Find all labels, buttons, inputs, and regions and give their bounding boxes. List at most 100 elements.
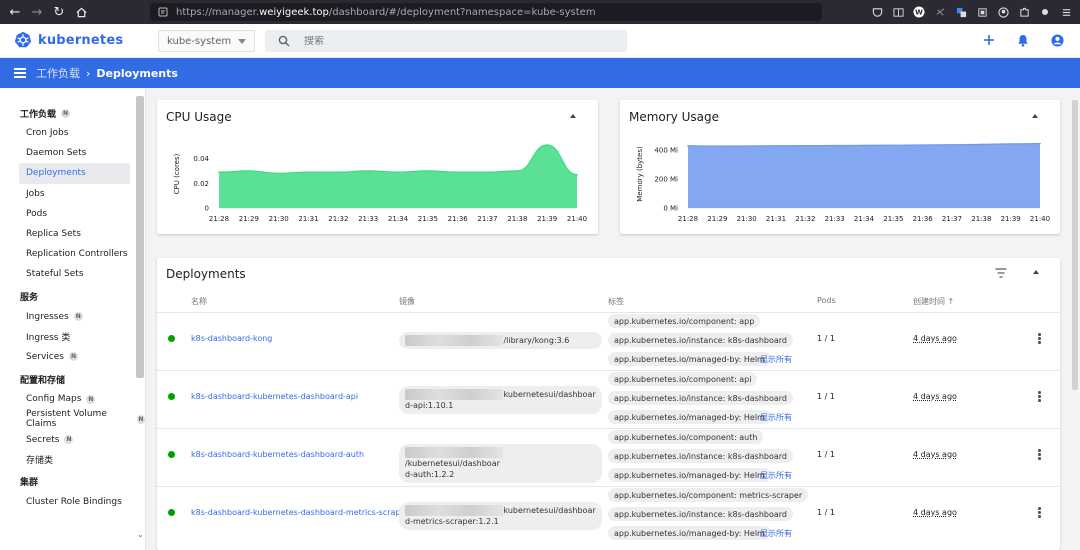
x-tick-label: 21:35 — [418, 215, 438, 223]
extensions-puzzle-icon[interactable] — [1016, 4, 1032, 20]
show-all-labels-link[interactable]: 显示所有 — [760, 470, 792, 481]
search-bar[interactable] — [265, 30, 627, 52]
sidebar-item-label: Secrets — [26, 434, 60, 445]
sidebar-item-label: Jobs — [26, 188, 45, 199]
notifications-bell-icon[interactable] — [1014, 31, 1032, 49]
status-running-icon — [168, 509, 175, 516]
pocket-icon[interactable] — [869, 4, 885, 20]
github-icon[interactable] — [995, 4, 1011, 20]
y-tick-label: 0 Mi — [663, 205, 678, 213]
row-actions-icon[interactable] — [1038, 507, 1041, 518]
svg-text:W: W — [915, 9, 923, 17]
sidebar-item-label: Replica Sets — [26, 229, 81, 240]
sidebar-item[interactable]: Cluster Role Bindings — [0, 492, 145, 512]
data-point — [248, 170, 250, 172]
reload-icon[interactable]: ↻ — [48, 1, 70, 23]
show-all-labels-link[interactable]: 显示所有 — [760, 354, 792, 365]
deployment-name-link[interactable]: k8s-dashboard-kubernetes-dashboard-metri… — [191, 508, 409, 517]
account-icon[interactable] — [1048, 31, 1066, 49]
extension-mute-icon[interactable] — [932, 4, 948, 20]
profile-dot-icon[interactable] — [1037, 4, 1053, 20]
back-icon[interactable]: ← — [4, 1, 26, 23]
y-axis-label: Memory (bytes) — [636, 146, 644, 202]
row-actions-icon[interactable] — [1038, 391, 1041, 402]
data-point — [456, 171, 459, 173]
create-plus-icon[interactable] — [980, 31, 998, 49]
label-chip: app.kubernetes.io/instance: k8s-dashboar… — [608, 507, 794, 521]
show-all-labels-link[interactable]: 显示所有 — [760, 412, 792, 423]
label-chip: app.kubernetes.io/managed-by: Helm — [608, 352, 771, 366]
redacted-registry: ████████████████ — [405, 505, 504, 516]
x-tick-label: 21:36 — [913, 215, 934, 223]
sidebar-item-label: Ingress 类 — [26, 333, 71, 344]
x-tick-label: 21:40 — [1030, 215, 1050, 223]
x-tick-label: 21:33 — [358, 215, 378, 223]
sidebar-scroll-down-icon[interactable]: ⌄ — [137, 530, 144, 539]
label-chip: app.kubernetes.io/instance: k8s-dashboar… — [608, 333, 794, 347]
sort-arrow-icon[interactable]: ↑ — [948, 297, 955, 306]
created-time: 4 days ago — [913, 334, 957, 343]
deployment-name-link[interactable]: k8s-dashboard-kong — [191, 334, 272, 343]
image-name: /library/kong:3.6 — [503, 336, 570, 345]
sidebar-item[interactable]: Pods — [0, 204, 145, 224]
sidebar-item[interactable]: 存储类 — [0, 450, 145, 470]
menu-toggle-icon[interactable] — [14, 68, 26, 78]
x-tick-label: 21:31 — [298, 215, 318, 223]
deployments-collapse-icon[interactable] — [1033, 270, 1039, 274]
deployment-name-link[interactable]: k8s-dashboard-kubernetes-dashboard-auth — [191, 450, 364, 459]
show-all-labels-link[interactable]: 显示所有 — [760, 528, 792, 539]
breadcrumb-parent[interactable]: 工作负载 — [36, 65, 80, 81]
header-created[interactable]: 创建时间 ↑ — [913, 296, 954, 307]
row-actions-icon[interactable] — [1038, 333, 1041, 344]
search-input[interactable] — [304, 35, 604, 47]
sidebar-group[interactable]: 集群 — [0, 472, 145, 492]
page-info-icon[interactable] — [158, 7, 168, 17]
sidebar-group[interactable]: 配置和存储 — [0, 369, 145, 389]
memory-usage-card: Memory Usage 21:28 21:29 21:30 21:31 21:32 21… — [620, 100, 1060, 234]
label-chip: app.kubernetes.io/instance: k8s-dashboar… — [608, 391, 794, 405]
sidebar-group[interactable]: 服务 — [0, 287, 145, 307]
row-actions-icon[interactable] — [1038, 449, 1041, 460]
sidebar-item[interactable]: Config Maps N — [0, 389, 145, 409]
reader-view-icon[interactable] — [890, 4, 906, 20]
forward-icon[interactable]: → — [26, 1, 48, 23]
sidebar-group[interactable]: 工作负载 N — [0, 103, 145, 123]
sidebar-item[interactable]: Cron Jobs — [0, 123, 145, 143]
namespace-select[interactable]: kube-system — [158, 30, 255, 52]
sidebar-item[interactable]: Stateful Sets — [0, 264, 145, 284]
data-point — [833, 144, 836, 147]
sidebar-item[interactable]: Persistent Volume Claims N — [0, 409, 145, 429]
main-scrollbar[interactable] — [1072, 100, 1078, 390]
extension-screenshot-icon[interactable] — [974, 4, 990, 20]
x-tick-label: 21:30 — [269, 215, 289, 223]
sidebar-item[interactable]: Deployments — [19, 163, 130, 184]
kubernetes-logo[interactable]: kubernetes — [14, 31, 123, 49]
sidebar-item[interactable]: Secrets N — [0, 429, 145, 449]
deployment-name-link[interactable]: k8s-dashboard-kubernetes-dashboard-api — [191, 392, 358, 401]
sidebar-item[interactable]: Replication Controllers — [0, 244, 145, 264]
x-tick-label: 21:39 — [1001, 215, 1021, 223]
image-tag: d-api:1.10.1 — [405, 401, 454, 410]
sidebar-scrollbar[interactable] — [136, 96, 144, 378]
sidebar-item[interactable]: Replica Sets — [0, 224, 145, 244]
sidebar-item[interactable]: Ingress 类 — [0, 327, 145, 347]
filter-icon[interactable] — [995, 268, 1007, 278]
sidebar-item[interactable]: Ingresses N — [0, 307, 145, 327]
search-icon — [278, 35, 290, 47]
sidebar-item-label: Services — [26, 351, 64, 362]
url-path: /dashboard/#/deployment?namespace=kube-s… — [328, 6, 596, 18]
x-tick-label: 21:32 — [328, 215, 348, 223]
sidebar-item[interactable]: Jobs — [0, 184, 145, 204]
menu-icon[interactable] — [1058, 4, 1074, 20]
label-chip: app.kubernetes.io/managed-by: Helm — [608, 526, 771, 540]
data-point — [486, 171, 489, 173]
translate-icon[interactable] — [953, 4, 969, 20]
sidebar-item[interactable]: Services N — [0, 347, 145, 367]
extension-w-icon[interactable]: W — [911, 4, 927, 20]
sidebar-item[interactable]: Daemon Sets — [0, 143, 145, 163]
x-tick-label: 21:37 — [942, 215, 962, 223]
address-bar[interactable]: https://manager. weiyigeek.top/dashboard/… — [150, 3, 822, 21]
header-labels: 标签 — [608, 297, 624, 306]
header-name[interactable]: 名称 — [191, 296, 207, 307]
home-icon[interactable] — [70, 1, 92, 23]
